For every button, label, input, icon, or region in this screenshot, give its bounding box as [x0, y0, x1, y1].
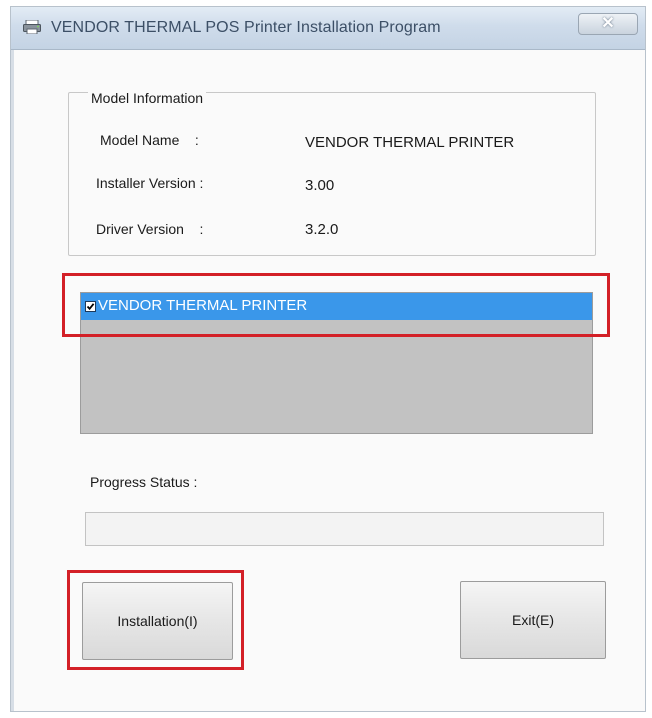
installation-button[interactable]: Installation(I) [82, 582, 233, 660]
close-icon: ✕ [601, 15, 615, 32]
printer-icon [23, 20, 41, 34]
close-button[interactable]: ✕ [578, 13, 638, 35]
progress-bar [85, 512, 604, 546]
title-bar[interactable]: VENDOR THERMAL POS Printer Installation … [11, 7, 645, 50]
installer-version-label: Installer Version : [96, 175, 204, 191]
driver-version-value: 3.2.0 [305, 221, 339, 238]
printer-checkbox[interactable] [85, 301, 96, 312]
window-left-frame [11, 50, 14, 711]
list-item[interactable]: VENDOR THERMAL PRINTER [81, 293, 592, 320]
model-name-value: VENDOR THERMAL PRINTER [305, 134, 515, 151]
model-information-legend: Model Information [88, 90, 207, 106]
driver-version-label: Driver Version : [96, 221, 204, 237]
printer-listbox[interactable]: VENDOR THERMAL PRINTER [80, 292, 593, 434]
installer-version-value: 3.00 [305, 177, 335, 194]
window-title: VENDOR THERMAL POS Printer Installation … [51, 19, 441, 36]
progress-status-label: Progress Status : [90, 474, 198, 490]
model-name-label: Model Name : [100, 132, 199, 148]
exit-button[interactable]: Exit(E) [460, 581, 606, 659]
list-item-label: VENDOR THERMAL PRINTER [98, 297, 308, 314]
checkmark-icon [86, 303, 95, 311]
